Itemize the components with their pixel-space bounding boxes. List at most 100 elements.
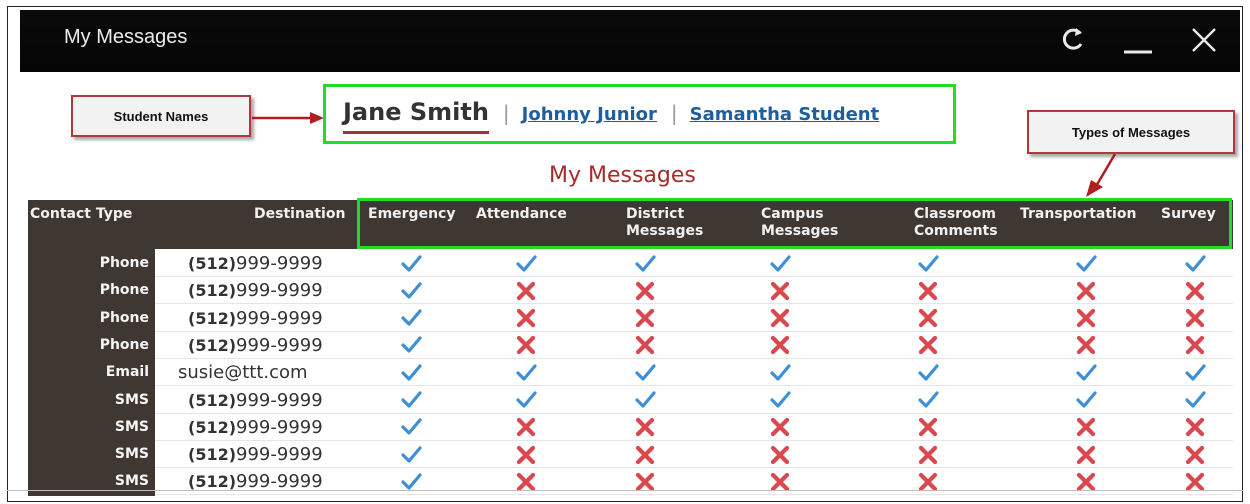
check-icon[interactable] bbox=[1183, 359, 1207, 386]
close-icon[interactable] bbox=[1186, 22, 1222, 58]
cross-icon[interactable] bbox=[633, 441, 657, 468]
table-row: Phone (512)999-9999 bbox=[28, 332, 1233, 359]
cross-icon[interactable] bbox=[1074, 277, 1098, 304]
cross-icon[interactable] bbox=[1183, 468, 1207, 495]
cross-icon[interactable] bbox=[514, 332, 538, 359]
cross-icon[interactable] bbox=[916, 468, 940, 495]
check-icon[interactable] bbox=[514, 359, 538, 386]
check-icon[interactable] bbox=[399, 359, 423, 386]
header-destination: Destination bbox=[254, 206, 346, 222]
check-icon[interactable] bbox=[399, 441, 423, 468]
cross-icon[interactable] bbox=[1183, 441, 1207, 468]
check-icon[interactable] bbox=[633, 250, 657, 277]
destination-value: (512)999-9999 bbox=[188, 305, 323, 332]
destination-number: 999-9999 bbox=[236, 416, 323, 438]
check-icon[interactable] bbox=[1074, 387, 1098, 414]
message-types-callout: Types of Messages bbox=[1027, 110, 1235, 154]
cross-icon[interactable] bbox=[633, 414, 657, 441]
destination-number: 999-9999 bbox=[236, 280, 323, 302]
cross-icon[interactable] bbox=[768, 468, 792, 495]
title-bar: My Messages bbox=[20, 10, 1240, 72]
check-icon[interactable] bbox=[916, 250, 940, 277]
cross-icon[interactable] bbox=[1183, 414, 1207, 441]
contact-type-label: Phone bbox=[99, 309, 149, 326]
destination-value: susie@ttt.com bbox=[178, 359, 308, 386]
check-icon[interactable] bbox=[633, 387, 657, 414]
check-icon[interactable] bbox=[399, 250, 423, 277]
cross-icon[interactable] bbox=[1074, 468, 1098, 495]
table-row: SMS (512)999-9999 bbox=[28, 468, 1233, 496]
cross-icon[interactable] bbox=[768, 441, 792, 468]
check-icon[interactable] bbox=[399, 277, 423, 304]
check-icon[interactable] bbox=[1183, 250, 1207, 277]
cross-icon[interactable] bbox=[916, 305, 940, 332]
check-icon[interactable] bbox=[768, 387, 792, 414]
cross-icon[interactable] bbox=[514, 468, 538, 495]
check-icon[interactable] bbox=[514, 250, 538, 277]
check-icon[interactable] bbox=[768, 359, 792, 386]
cross-icon[interactable] bbox=[633, 332, 657, 359]
contact-type-label: SMS bbox=[114, 473, 149, 490]
cross-icon[interactable] bbox=[768, 277, 792, 304]
cross-icon[interactable] bbox=[1183, 332, 1207, 359]
cross-icon[interactable] bbox=[633, 305, 657, 332]
minimize-icon[interactable] bbox=[1120, 22, 1156, 58]
check-icon[interactable] bbox=[399, 305, 423, 332]
separator: | bbox=[502, 101, 510, 125]
destination-number: susie@ttt.com bbox=[178, 362, 308, 384]
cross-icon[interactable] bbox=[1074, 414, 1098, 441]
cross-icon[interactable] bbox=[768, 332, 792, 359]
check-icon[interactable] bbox=[399, 468, 423, 495]
check-icon[interactable] bbox=[768, 250, 792, 277]
destination-number: 999-9999 bbox=[236, 334, 323, 356]
cross-icon[interactable] bbox=[1074, 305, 1098, 332]
area-code: (512) bbox=[188, 472, 237, 492]
message-types-arrow bbox=[1086, 153, 1117, 197]
cross-icon[interactable] bbox=[514, 414, 538, 441]
cross-icon[interactable] bbox=[1074, 441, 1098, 468]
student-tab-link[interactable]: Samantha Student bbox=[690, 104, 880, 125]
check-icon[interactable] bbox=[514, 387, 538, 414]
cross-icon[interactable] bbox=[514, 305, 538, 332]
header-contact-type: Contact Type bbox=[30, 206, 133, 222]
cross-icon[interactable] bbox=[916, 277, 940, 304]
student-tabs: Jane Smith | Johnny Junior | Samantha St… bbox=[343, 98, 879, 138]
area-code: (512) bbox=[188, 335, 237, 355]
destination-value: (512)999-9999 bbox=[188, 387, 323, 414]
check-icon[interactable] bbox=[633, 359, 657, 386]
check-icon[interactable] bbox=[1183, 387, 1207, 414]
cross-icon[interactable] bbox=[633, 277, 657, 304]
check-icon[interactable] bbox=[916, 359, 940, 386]
contact-type-label: Phone bbox=[99, 282, 149, 299]
student-tab-active[interactable]: Jane Smith bbox=[343, 98, 489, 134]
refresh-icon[interactable] bbox=[1056, 22, 1092, 58]
cross-icon[interactable] bbox=[1183, 277, 1207, 304]
area-code: (512) bbox=[188, 281, 237, 301]
table-row: SMS (512)999-9999 bbox=[28, 441, 1233, 469]
destination-number: 999-9999 bbox=[236, 389, 323, 411]
table-row: SMS (512)999-9999 bbox=[28, 387, 1233, 414]
cross-icon[interactable] bbox=[1074, 332, 1098, 359]
destination-value: (512)999-9999 bbox=[188, 277, 323, 304]
destination-value: (512)999-9999 bbox=[188, 414, 323, 441]
student-names-arrow bbox=[252, 112, 324, 124]
check-icon[interactable] bbox=[1074, 359, 1098, 386]
cross-icon[interactable] bbox=[514, 441, 538, 468]
contact-type-label: Phone bbox=[99, 336, 149, 353]
cross-icon[interactable] bbox=[916, 441, 940, 468]
check-icon[interactable] bbox=[399, 332, 423, 359]
cross-icon[interactable] bbox=[768, 305, 792, 332]
cross-icon[interactable] bbox=[514, 277, 538, 304]
cross-icon[interactable] bbox=[916, 332, 940, 359]
check-icon[interactable] bbox=[399, 387, 423, 414]
check-icon[interactable] bbox=[1074, 250, 1098, 277]
check-icon[interactable] bbox=[916, 387, 940, 414]
cross-icon[interactable] bbox=[916, 414, 940, 441]
cross-icon[interactable] bbox=[633, 468, 657, 495]
page-heading: My Messages bbox=[549, 163, 696, 188]
check-icon[interactable] bbox=[399, 414, 423, 441]
cross-icon[interactable] bbox=[1183, 305, 1207, 332]
destination-value: (512)999-9999 bbox=[188, 332, 323, 359]
student-tab-link[interactable]: Johnny Junior bbox=[522, 104, 657, 125]
cross-icon[interactable] bbox=[768, 414, 792, 441]
